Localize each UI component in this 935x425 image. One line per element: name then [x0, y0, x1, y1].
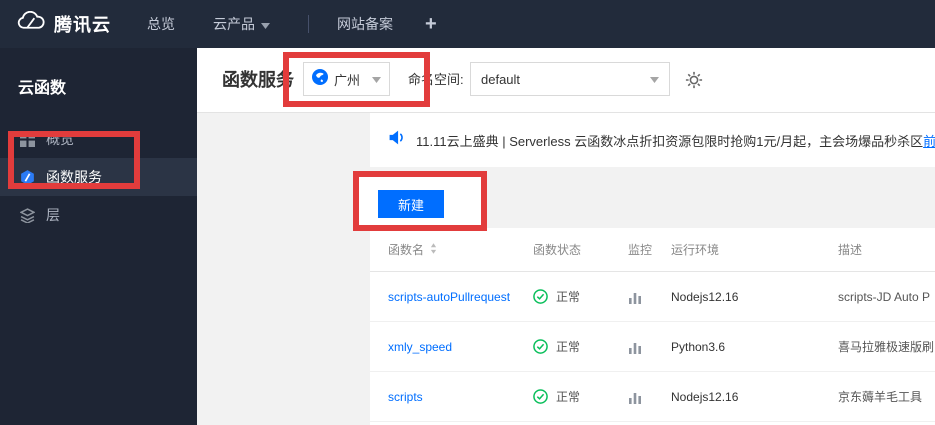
column-header-name[interactable]: 函数名 [388, 241, 533, 258]
namespace-selector[interactable]: default [470, 62, 670, 96]
page-header: 函数服务 广州 命名空间: default [197, 48, 935, 113]
add-tab-button[interactable]: + [425, 13, 437, 36]
status-badge: 正常 [533, 388, 628, 405]
status-badge: 正常 [533, 288, 628, 305]
runtime-value: Nodejs12.16 [671, 289, 739, 304]
tencent-cloud-console: 腾讯云 总览 云产品 网站备案 + 云函数 概览 函数服务 层 函数服务 广州 … [0, 0, 935, 425]
function-name-link[interactable]: xmly_speed [388, 340, 533, 354]
table-header-row: 函数名 函数状态 监控 运行环境 描述 [370, 228, 935, 272]
banner-text: 11.11云上盛典 | Serverless 云函数冰点折扣资源包限时抢购1元/… [416, 133, 924, 149]
chevron-down-icon [372, 70, 381, 88]
create-button[interactable]: 新建 [378, 190, 444, 218]
column-header-monitor: 监控 [628, 243, 653, 257]
column-header-status: 函数状态 [533, 243, 582, 257]
sidebar-item-overview[interactable]: 概览 [0, 120, 197, 158]
sidebar-item-label: 层 [46, 207, 60, 223]
cloud-logo-icon [16, 10, 46, 37]
status-badge: 正常 [533, 338, 628, 355]
check-circle-icon [533, 389, 548, 404]
sort-icon[interactable] [430, 242, 437, 257]
table-row: scripts-autoPullrequest 正常 Nodejs12.16 s… [370, 272, 935, 322]
sidebar-item-layers[interactable]: 层 [0, 196, 197, 234]
function-table: 函数名 函数状态 监控 运行环境 描述 scripts-autoPullrequ… [370, 228, 935, 425]
promo-banner: 11.11云上盛典 | Serverless 云函数冰点折扣资源包限时抢购1元/… [370, 113, 935, 167]
main-content: 函数服务 广州 命名空间: default 11.11云上盛典 | Server… [197, 48, 935, 425]
region-selector[interactable]: 广州 [303, 62, 390, 96]
monitor-bars-icon[interactable] [628, 390, 671, 404]
region-value: 广州 [334, 72, 361, 88]
sidebar-item-function-service[interactable]: 函数服务 [0, 158, 197, 196]
nav-divider [308, 15, 309, 33]
sidebar: 云函数 概览 函数服务 层 [0, 48, 197, 425]
namespace-value: default [481, 71, 521, 87]
chevron-down-icon [650, 70, 659, 88]
monitor-bars-icon[interactable] [628, 290, 671, 304]
column-header-runtime: 运行环境 [671, 243, 720, 257]
column-header-desc: 描述 [838, 243, 863, 257]
check-circle-icon [533, 339, 548, 354]
monitor-bars-icon[interactable] [628, 340, 671, 354]
brand-logo[interactable]: 腾讯云 [16, 10, 111, 37]
namespace-label: 命名空间: [408, 72, 464, 87]
sidebar-item-label: 概览 [46, 131, 74, 147]
nav-item-cloud-products[interactable]: 云产品 [213, 14, 270, 34]
globe-icon [312, 68, 328, 90]
runtime-value: Python3.6 [671, 339, 726, 354]
nav-item-icp-filing[interactable]: 网站备案 [337, 14, 393, 34]
top-nav: 总览 云产品 网站备案 + [147, 13, 437, 36]
function-name-link[interactable]: scripts-autoPullrequest [388, 290, 533, 304]
sidebar-item-label: 函数服务 [46, 169, 102, 185]
brand-name: 腾讯云 [54, 15, 111, 35]
grid-icon [19, 131, 36, 148]
description-value: 喜马拉雅极速版刷 [838, 340, 935, 354]
function-hexagon-icon [19, 169, 36, 186]
nav-item-overview[interactable]: 总览 [147, 14, 175, 34]
chevron-down-icon [261, 16, 270, 32]
page-title: 函数服务 [222, 70, 294, 90]
description-value: 京东薅羊毛工具 [838, 390, 923, 404]
function-name-link[interactable]: scripts [388, 390, 533, 404]
layers-icon [19, 207, 36, 224]
table-row: scripts 正常 Nodejs12.16 京东薅羊毛工具 [370, 372, 935, 422]
banner-go-link[interactable]: 前往 [923, 131, 935, 150]
sidebar-title: 云函数 [18, 80, 67, 97]
description-value: scripts-JD Auto P [838, 289, 931, 304]
top-navbar: 腾讯云 总览 云产品 网站备案 + [0, 0, 935, 48]
table-row: xmly_speed 正常 Python3.6 喜马拉雅极速版刷 [370, 322, 935, 372]
runtime-value: Nodejs12.16 [671, 389, 739, 404]
megaphone-icon [388, 129, 405, 151]
gear-icon[interactable] [685, 71, 703, 89]
check-circle-icon [533, 289, 548, 304]
annotation-box-create-button: 新建 [353, 171, 487, 231]
